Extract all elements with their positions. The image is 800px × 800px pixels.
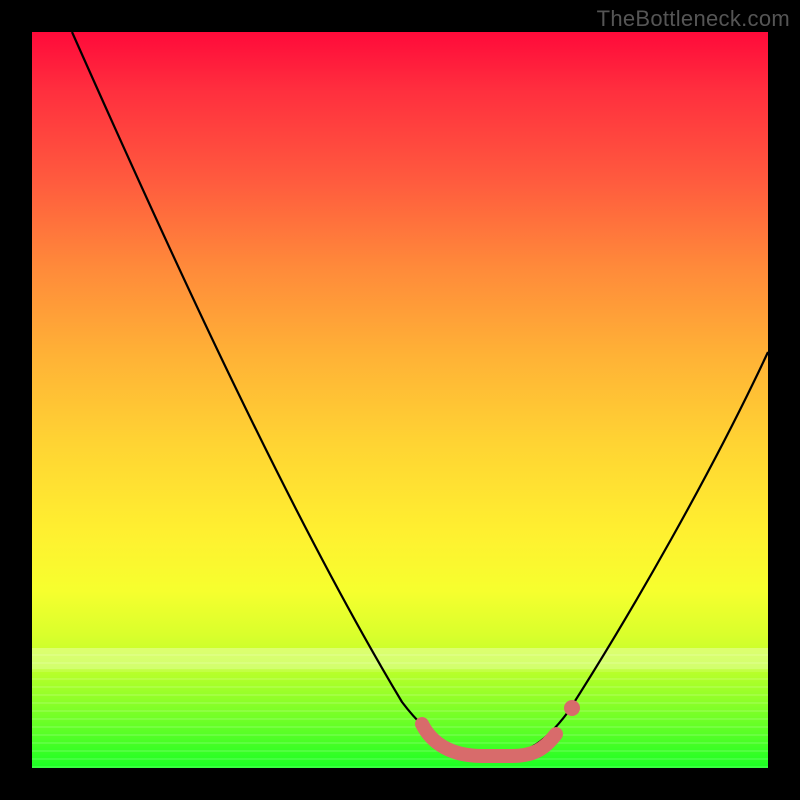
- chart-frame: TheBottleneck.com: [0, 0, 800, 800]
- marker-dot: [564, 700, 580, 716]
- bottleneck-curve: [72, 32, 768, 756]
- flat-region-highlight: [422, 724, 556, 756]
- chart-svg: [32, 32, 768, 768]
- watermark-text: TheBottleneck.com: [597, 6, 790, 32]
